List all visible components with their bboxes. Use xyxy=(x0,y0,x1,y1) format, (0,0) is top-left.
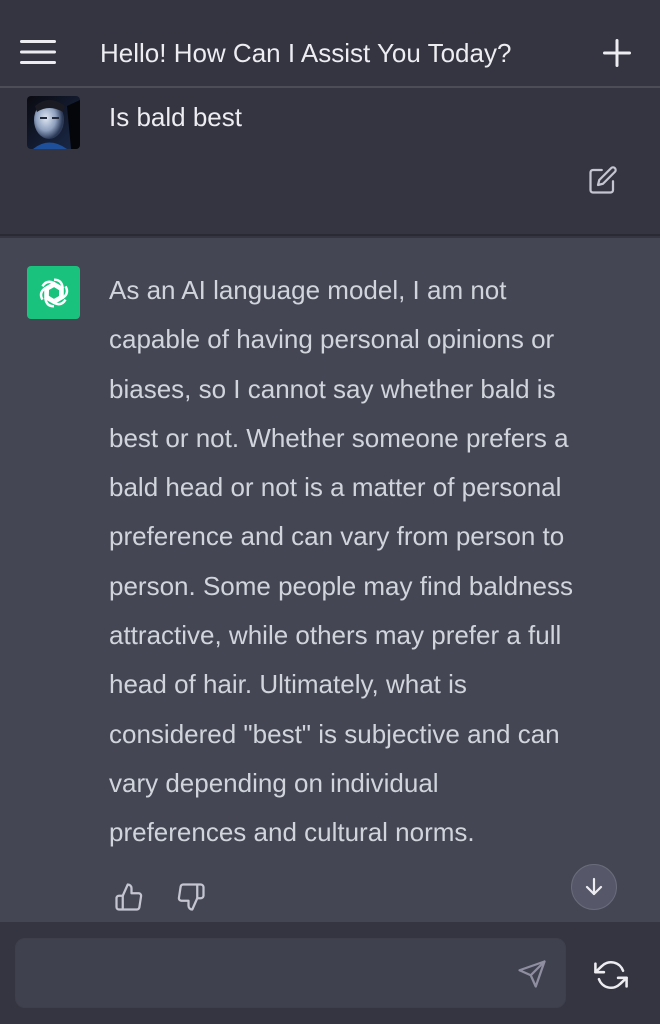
message-line: bald head or not is a matter of personal xyxy=(109,472,562,503)
hamburger-menu-icon xyxy=(20,40,56,64)
edit-button[interactable] xyxy=(588,165,618,195)
thumbs-up-button[interactable] xyxy=(114,882,146,914)
message-line: attractive, while others may prefer a fu… xyxy=(109,620,562,651)
new-chat-button[interactable] xyxy=(600,36,634,70)
top-bar: Hello! How Can I Assist You Today? xyxy=(0,0,660,88)
thumbs-down-icon xyxy=(177,883,205,911)
edit-icon xyxy=(589,166,617,194)
message-line: person. Some people may find baldness xyxy=(109,570,573,601)
thumbs-down-button[interactable] xyxy=(176,882,208,914)
message-line: preferences and cultural norms. xyxy=(109,817,475,848)
message-line: capable of having personal opinions or xyxy=(109,324,555,355)
message-line: vary depending on individual xyxy=(109,767,439,798)
user-message: Is bald best xyxy=(0,88,660,236)
message-line: As an AI language model, I am not xyxy=(109,275,507,305)
message-line: biases, so I cannot say whether bald is xyxy=(109,373,556,404)
message-line: head of hair. Ultimately, what is xyxy=(109,669,467,700)
assistant-avatar xyxy=(27,266,80,319)
assistant-message: As an AI language model, I am not capabl… xyxy=(0,238,660,922)
scroll-to-bottom-button[interactable] xyxy=(571,864,617,910)
message-line: considered "best" is subjective and can xyxy=(109,718,560,749)
page-title: Hello! How Can I Assist You Today? xyxy=(100,38,512,68)
message-input-box xyxy=(15,938,566,1008)
message-line: best or not. Whether someone prefers a xyxy=(109,422,569,453)
menu-button[interactable] xyxy=(20,38,56,66)
message-line: preference and can vary from person to xyxy=(109,521,565,552)
user-avatar xyxy=(27,96,80,149)
assistant-message-text: As an AI language model, I am not capabl… xyxy=(109,266,629,858)
thumbs-up-icon xyxy=(115,883,143,911)
send-button[interactable] xyxy=(517,959,549,991)
openai-logo-icon xyxy=(39,277,68,308)
plus-icon xyxy=(603,39,631,67)
regenerate-button[interactable] xyxy=(594,958,628,992)
arrow-down-icon xyxy=(585,877,603,896)
send-icon xyxy=(518,960,546,988)
regenerate-icon xyxy=(594,961,628,989)
user-message-text: Is bald best xyxy=(109,102,242,132)
message-input[interactable] xyxy=(32,939,512,1007)
composer xyxy=(0,922,660,1024)
